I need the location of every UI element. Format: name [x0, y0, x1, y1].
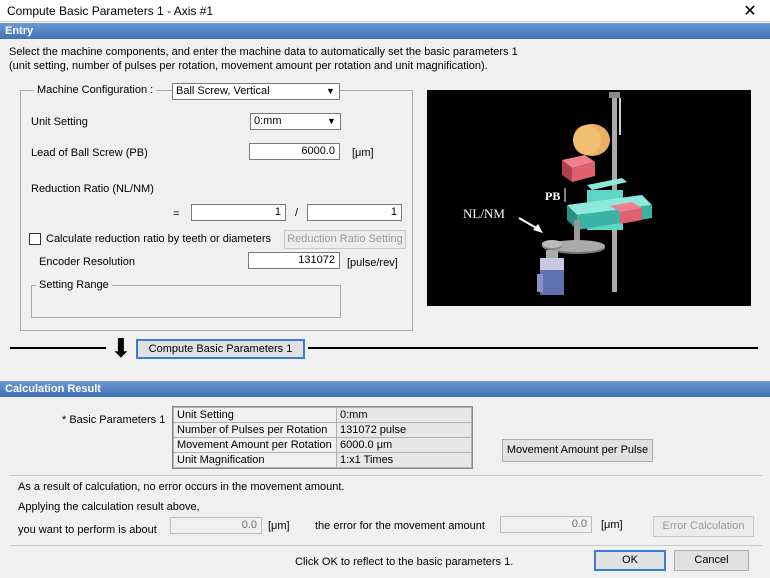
- unit-setting-value: 0:mm: [254, 115, 282, 127]
- entry-description-line1: Select the machine components, and enter…: [9, 46, 518, 58]
- footer-message: Click OK to reflect to the basic paramet…: [295, 556, 514, 568]
- param-name: Unit Setting: [173, 407, 337, 423]
- unit-setting-label: Unit Setting: [31, 116, 88, 128]
- ok-button[interactable]: OK: [594, 550, 666, 571]
- movement-amount-per-pulse-button[interactable]: Movement Amount per Pulse: [502, 439, 653, 462]
- param-value: 6000.0 μm: [336, 437, 472, 453]
- error-calculation-button[interactable]: Error Calculation: [653, 516, 754, 537]
- perform-value-field[interactable]: 0.0: [170, 517, 262, 534]
- entry-description-line2: (unit setting, number of pulses per rota…: [9, 60, 488, 72]
- basic-params-table: Unit Setting 0:mm Number of Pulses per R…: [172, 406, 473, 469]
- lead-label: Lead of Ball Screw (PB): [31, 147, 148, 159]
- param-value: 1:x1 Times: [336, 452, 472, 468]
- param-name: Movement Amount per Rotation: [173, 437, 337, 453]
- close-icon[interactable]: ✕: [740, 1, 760, 21]
- lead-unit: [μm]: [352, 147, 374, 159]
- error-value-field[interactable]: 0.0: [500, 516, 592, 533]
- title-bar: Compute Basic Parameters 1 - Axis #1 ✕: [0, 0, 770, 22]
- error-label: the error for the movement amount: [315, 520, 485, 532]
- machine-config-value: Ball Screw, Vertical: [176, 85, 270, 97]
- table-row: Number of Pulses per Rotation 131072 pul…: [173, 422, 472, 438]
- ratio-denominator-input[interactable]: 1: [307, 204, 402, 221]
- cancel-button[interactable]: Cancel: [674, 550, 749, 571]
- encoder-label: Encoder Resolution: [39, 256, 136, 268]
- setting-range-label: Setting Range: [36, 279, 112, 291]
- ratio-numerator-input[interactable]: 1: [191, 204, 286, 221]
- divider-right: [308, 347, 758, 349]
- machine-config-select[interactable]: Ball Screw, Vertical ▼: [172, 83, 340, 100]
- table-row: Movement Amount per Rotation 6000.0 μm: [173, 437, 472, 453]
- error-unit: [μm]: [601, 519, 623, 531]
- equals-sign: =: [173, 208, 180, 220]
- window-title: Compute Basic Parameters 1 - Axis #1: [7, 4, 214, 18]
- entry-header: Entry: [0, 23, 770, 39]
- param-name: Unit Magnification: [173, 452, 337, 468]
- compute-basic-parameters-button[interactable]: Compute Basic Parameters 1: [136, 339, 305, 359]
- basic-params-label: * Basic Parameters 1: [62, 414, 166, 426]
- table-row: Unit Setting 0:mm: [173, 407, 472, 423]
- machine-illustration: PB NL/NM: [427, 90, 751, 306]
- calculation-result-header: Calculation Result: [0, 381, 770, 397]
- divider-left: [10, 347, 106, 349]
- encoder-unit: [pulse/rev]: [347, 257, 398, 269]
- encoder-input[interactable]: 131072: [248, 252, 340, 269]
- perform-label: you want to perform is about: [18, 524, 157, 536]
- pb-label: PB: [545, 189, 560, 203]
- table-row: Unit Magnification 1:x1 Times: [173, 452, 472, 468]
- result-message2: Applying the calculation result above,: [18, 501, 200, 513]
- perform-unit: [μm]: [268, 520, 290, 532]
- param-value: 131072 pulse: [336, 422, 472, 438]
- chevron-down-icon: ▼: [326, 86, 335, 96]
- machine-config-label: Machine Configuration :: [34, 84, 157, 96]
- down-arrow-icon: ⬇: [110, 333, 132, 363]
- params-table: Unit Setting 0:mm Number of Pulses per R…: [173, 407, 472, 468]
- chevron-down-icon: ▼: [327, 116, 336, 126]
- result-message1: As a result of calculation, no error occ…: [18, 481, 345, 493]
- result-separator: [10, 475, 762, 476]
- param-value: 0:mm: [336, 407, 472, 423]
- nlnm-label: NL/NM: [463, 206, 505, 221]
- calc-reduction-checkbox[interactable]: [29, 233, 41, 245]
- ratio-slash: /: [295, 207, 299, 219]
- reduction-ratio-setting-button[interactable]: Reduction Ratio Setting: [284, 230, 406, 249]
- param-name: Number of Pulses per Rotation: [173, 422, 337, 438]
- unit-setting-select[interactable]: 0:mm ▼: [250, 113, 341, 130]
- lead-input[interactable]: 6000.0: [249, 143, 340, 160]
- reduction-label: Reduction Ratio (NL/NM): [31, 183, 154, 195]
- calc-reduction-label: Calculate reduction ratio by teeth or di…: [46, 233, 272, 245]
- ball-screw-diagram: PB NL/NM: [463, 92, 652, 295]
- footer-separator: [10, 545, 762, 546]
